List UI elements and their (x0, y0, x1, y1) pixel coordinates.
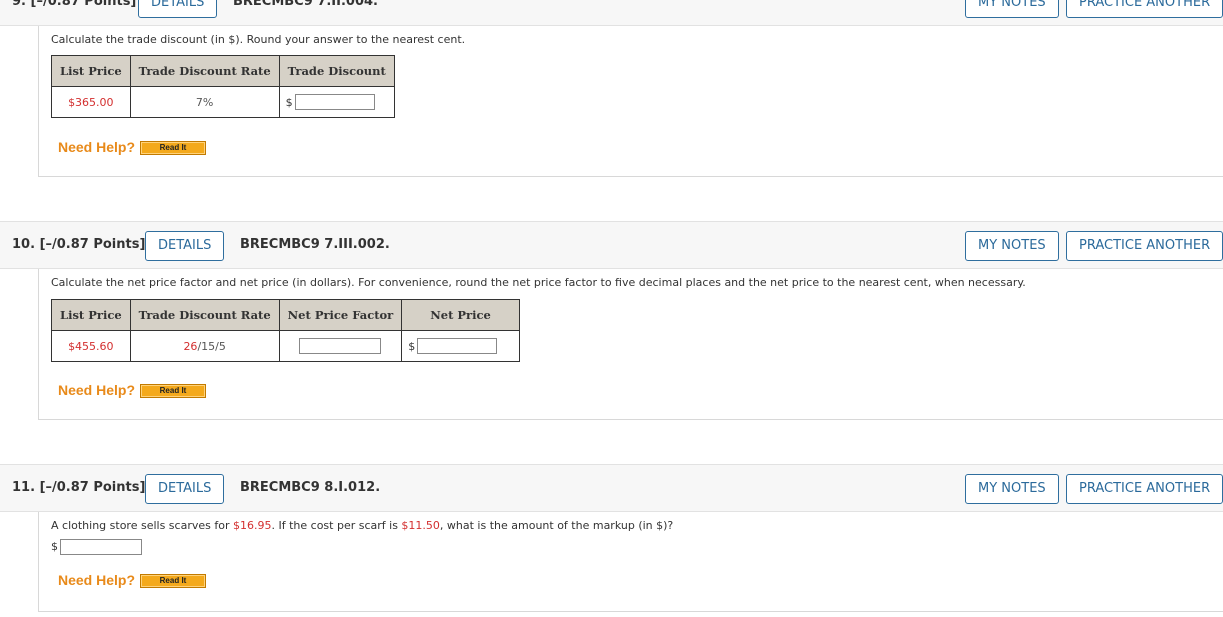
dollar-sign: $ (408, 339, 416, 353)
question-9-need-help: Need Help? (58, 139, 136, 155)
rate-fixed-part: /15/5 (197, 339, 226, 353)
table-row: $455.60 26/15/5 $ (51, 330, 520, 362)
question-10-practice-another-button[interactable]: PRACTICE ANOTHER (1066, 231, 1223, 261)
list-price-value: $455.60 (51, 330, 131, 362)
question-9-details-button[interactable]: DETAILS (138, 0, 218, 18)
question-11-practice-another-button[interactable]: PRACTICE ANOTHER (1066, 474, 1223, 504)
rate-variable-part: 26 (183, 339, 198, 353)
question-10-need-help: Need Help? (58, 382, 136, 398)
question-9-prompt: Calculate the trade discount (in $). Rou… (51, 33, 466, 46)
question-10-title: 10. [–/0.87 Points] (12, 237, 146, 252)
table-row: $365.00 7% $ (51, 86, 395, 118)
selling-price-value: $16.95 (232, 519, 272, 532)
question-11-body: A clothing store sells scarves for $16.9… (38, 512, 1223, 612)
net-price-factor-input[interactable] (299, 338, 382, 354)
trade-discount-input[interactable] (294, 94, 375, 110)
table-header: List Price (51, 55, 131, 87)
net-price-cell: $ (401, 330, 520, 362)
net-price-input[interactable] (417, 338, 498, 354)
table-header-row: List Price Trade Discount Rate Net Price… (51, 299, 520, 331)
question-10-code: BRECMBC9 7.III.002. (240, 237, 390, 252)
table-header: Trade Discount Rate (129, 55, 280, 87)
table-header-row: List Price Trade Discount Rate Trade Dis… (51, 55, 395, 87)
dollar-sign: $ (51, 540, 58, 553)
question-11-code: BRECMBC9 8.I.012. (240, 480, 381, 495)
trade-discount-rate-value: 7% (129, 86, 280, 118)
trade-discount-cell: $ (278, 86, 395, 118)
markup-answer-row: $ (51, 536, 142, 555)
question-10-body: Calculate the net price factor and net p… (38, 269, 1223, 420)
question-11-title: 11. [–/0.87 Points] (12, 480, 146, 495)
question-9-practice-another-button[interactable]: PRACTICE ANOTHER (1066, 0, 1223, 18)
table-header: Trade Discount Rate (129, 299, 280, 331)
question-11-read-it-button[interactable]: Read It (140, 574, 206, 588)
question-9-body: Calculate the trade discount (in $). Rou… (38, 26, 1223, 177)
question-10-read-it-button[interactable]: Read It (140, 384, 206, 398)
question-10-header: 10. [–/0.87 Points] DETAILS BRECMBC9 7.I… (0, 221, 1223, 269)
question-11-header: 11. [–/0.87 Points] DETAILS BRECMBC9 8.I… (0, 464, 1223, 512)
question-9-my-notes-button[interactable]: MY NOTES (965, 0, 1059, 18)
question-10-details-button[interactable]: DETAILS (145, 231, 225, 261)
question-9-code: BRECMBC9 7.II.004. (233, 0, 378, 9)
question-9-header: 9. [–/0.87 Points] DETAILS BRECMBC9 7.II… (0, 0, 1223, 26)
net-price-factor-cell (278, 330, 403, 362)
question-11-need-help: Need Help? (58, 572, 136, 588)
question-9-table: List Price Trade Discount Rate Trade Dis… (51, 55, 395, 118)
table-header: Net Price (401, 299, 520, 331)
question-10-my-notes-button[interactable]: MY NOTES (965, 231, 1059, 261)
dollar-sign: $ (285, 95, 293, 109)
table-header: Trade Discount (278, 55, 395, 87)
list-price-value: $365.00 (51, 86, 131, 118)
question-9-read-it-button[interactable]: Read It (140, 141, 206, 155)
question-9-title: 9. [–/0.87 Points] (12, 0, 137, 9)
question-11-prompt: A clothing store sells scarves for $16.9… (51, 519, 674, 532)
question-11-my-notes-button[interactable]: MY NOTES (965, 474, 1059, 504)
trade-discount-rate-value: 26/15/5 (129, 330, 280, 362)
question-10-prompt: Calculate the net price factor and net p… (51, 276, 1026, 289)
cost-value: $11.50 (401, 519, 440, 532)
question-11-details-button[interactable]: DETAILS (145, 474, 225, 504)
question-10-table: List Price Trade Discount Rate Net Price… (51, 299, 520, 362)
markup-input[interactable] (60, 538, 142, 555)
table-header: Net Price Factor (278, 299, 403, 331)
table-header: List Price (51, 299, 131, 331)
